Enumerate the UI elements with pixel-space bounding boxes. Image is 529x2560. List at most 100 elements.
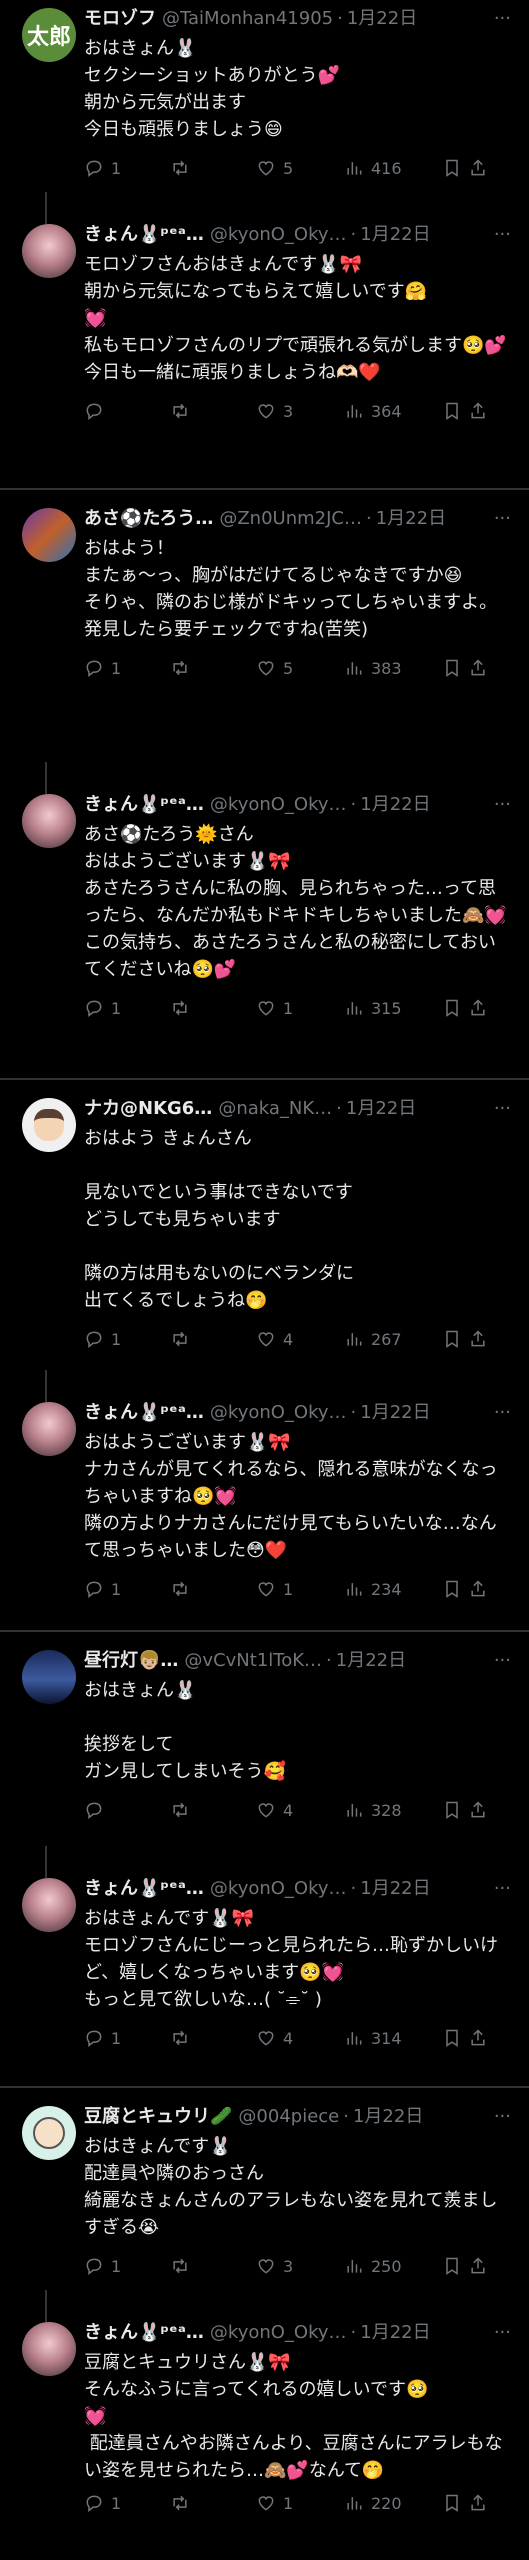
bookmark-button[interactable] — [442, 998, 468, 1018]
reply-button[interactable]: 1 — [84, 658, 170, 678]
bookmark-button[interactable] — [442, 2493, 468, 2513]
views-button[interactable]: 267 — [344, 1329, 442, 1349]
display-name[interactable]: 昼行灯👦🏼… — [84, 1648, 178, 1674]
tweet-date[interactable]: 1月22日 — [346, 1096, 416, 1122]
user-handle[interactable]: @kyonO_Oky… — [210, 222, 347, 248]
tweet-date[interactable]: 1月22日 — [347, 6, 417, 32]
bookmark-button[interactable] — [442, 658, 468, 678]
views-button[interactable]: 315 — [344, 998, 442, 1018]
views-button[interactable]: 416 — [344, 158, 442, 178]
reply-button[interactable]: 1 — [84, 2493, 170, 2513]
more-options-icon[interactable]: ··· — [488, 2104, 511, 2130]
tweet[interactable]: きょん🐰ᵖᵉᵃ… @kyonO_Oky… · 1月22日 ··· おはようござい… — [0, 1370, 529, 1602]
more-options-icon[interactable]: ··· — [488, 2320, 511, 2346]
avatar[interactable] — [22, 2322, 76, 2376]
tweet-date[interactable]: 1月22日 — [353, 2104, 423, 2130]
retweet-button[interactable] — [170, 2256, 256, 2276]
like-button[interactable]: 4 — [256, 2028, 344, 2048]
reply-button[interactable]: 1 — [84, 1329, 170, 1349]
share-button[interactable] — [468, 658, 490, 678]
share-button[interactable] — [468, 998, 490, 1018]
like-button[interactable]: 5 — [256, 658, 344, 678]
tweet-date[interactable]: 1月22日 — [376, 506, 446, 532]
avatar[interactable] — [22, 1878, 76, 1932]
tweet[interactable]: 豆腐とキュウリ🥒 @004piece · 1月22日 ··· おはきょんです🐰 … — [0, 2100, 529, 2279]
avatar[interactable] — [22, 1098, 76, 1152]
more-options-icon[interactable]: ··· — [488, 6, 511, 32]
reply-button[interactable]: 1 — [84, 158, 170, 178]
retweet-button[interactable] — [170, 998, 256, 1018]
display-name[interactable]: きょん🐰ᵖᵉᵃ… — [84, 2320, 204, 2346]
share-button[interactable] — [468, 401, 490, 421]
avatar[interactable] — [22, 1650, 76, 1704]
tweet[interactable]: きょん🐰ᵖᵉᵃ… @kyonO_Oky… · 1月22日 ··· あさ⚽たろう🌞… — [0, 762, 529, 1021]
reply-button[interactable] — [84, 1800, 170, 1820]
tweet[interactable]: ナカ@NKG6… @naka_NK… · 1月22日 ··· おはよう きょんさ… — [0, 1092, 529, 1352]
like-button[interactable]: 4 — [256, 1329, 344, 1349]
display-name[interactable]: きょん🐰ᵖᵉᵃ… — [84, 1876, 204, 1902]
bookmark-button[interactable] — [442, 1329, 468, 1349]
retweet-button[interactable] — [170, 401, 256, 421]
share-button[interactable] — [468, 2256, 490, 2276]
like-button[interactable]: 1 — [256, 2493, 344, 2513]
avatar[interactable] — [22, 2106, 76, 2160]
reply-button[interactable]: 1 — [84, 2256, 170, 2276]
tweet-date[interactable]: 1月22日 — [360, 2320, 430, 2346]
tweet[interactable]: 太郎 モロゾフ @TaiMonhan41905 · 1月22日 ··· おはきょ… — [0, 0, 529, 181]
user-handle[interactable]: @kyonO_Oky… — [210, 1876, 347, 1902]
display-name[interactable]: ナカ@NKG6… — [84, 1096, 212, 1122]
more-options-icon[interactable]: ··· — [488, 506, 511, 532]
views-button[interactable]: 383 — [344, 658, 442, 678]
retweet-button[interactable] — [170, 658, 256, 678]
share-button[interactable] — [468, 2028, 490, 2048]
share-button[interactable] — [468, 1579, 490, 1599]
more-options-icon[interactable]: ··· — [488, 1400, 511, 1426]
tweet[interactable]: あさ⚽たろう… @Zn0Unm2JC… · 1月22日 ··· おはよう！ また… — [0, 502, 529, 681]
like-button[interactable]: 3 — [256, 2256, 344, 2276]
user-handle[interactable]: @naka_NK… — [218, 1096, 332, 1122]
tweet[interactable]: きょん🐰ᵖᵉᵃ… @kyonO_Oky… · 1月22日 ··· おはきょんです… — [0, 1846, 529, 2051]
like-button[interactable]: 5 — [256, 158, 344, 178]
reply-button[interactable]: 1 — [84, 1579, 170, 1599]
bookmark-button[interactable] — [442, 158, 468, 178]
more-options-icon[interactable]: ··· — [488, 1096, 511, 1122]
like-button[interactable]: 3 — [256, 401, 344, 421]
avatar[interactable] — [22, 1402, 76, 1456]
display-name[interactable]: あさ⚽たろう… — [84, 506, 213, 532]
retweet-button[interactable] — [170, 158, 256, 178]
share-button[interactable] — [468, 1800, 490, 1820]
views-button[interactable]: 328 — [344, 1800, 442, 1820]
reply-button[interactable]: 1 — [84, 998, 170, 1018]
avatar[interactable] — [22, 224, 76, 278]
display-name[interactable]: きょん🐰ᵖᵉᵃ… — [84, 222, 204, 248]
views-button[interactable]: 314 — [344, 2028, 442, 2048]
retweet-button[interactable] — [170, 1800, 256, 1820]
display-name[interactable]: モロゾフ — [84, 6, 156, 32]
user-handle[interactable]: @vCvNt1lToK… — [184, 1648, 322, 1674]
reply-button[interactable] — [84, 401, 170, 421]
tweet[interactable]: 昼行灯👦🏼… @vCvNt1lToK… · 1月22日 ··· おはきょん🐰 挨… — [0, 1644, 529, 1823]
bookmark-button[interactable] — [442, 2028, 468, 2048]
bookmark-button[interactable] — [442, 1579, 468, 1599]
display-name[interactable]: きょん🐰ᵖᵉᵃ… — [84, 1400, 204, 1426]
more-options-icon[interactable]: ··· — [488, 792, 511, 818]
user-handle[interactable]: @kyonO_Oky… — [210, 2320, 347, 2346]
views-button[interactable]: 250 — [344, 2256, 442, 2276]
retweet-button[interactable] — [170, 2493, 256, 2513]
user-handle[interactable]: @kyonO_Oky… — [210, 792, 347, 818]
bookmark-button[interactable] — [442, 2256, 468, 2276]
like-button[interactable]: 4 — [256, 1800, 344, 1820]
tweet-date[interactable]: 1月22日 — [360, 222, 430, 248]
reply-button[interactable]: 1 — [84, 2028, 170, 2048]
bookmark-button[interactable] — [442, 401, 468, 421]
retweet-button[interactable] — [170, 2028, 256, 2048]
share-button[interactable] — [468, 1329, 490, 1349]
more-options-icon[interactable]: ··· — [488, 222, 511, 248]
like-button[interactable]: 1 — [256, 998, 344, 1018]
display-name[interactable]: きょん🐰ᵖᵉᵃ… — [84, 792, 204, 818]
avatar[interactable]: 太郎 — [22, 8, 76, 62]
tweet-date[interactable]: 1月22日 — [336, 1648, 406, 1674]
more-options-icon[interactable]: ··· — [488, 1876, 511, 1902]
retweet-button[interactable] — [170, 1329, 256, 1349]
bookmark-button[interactable] — [442, 1800, 468, 1820]
